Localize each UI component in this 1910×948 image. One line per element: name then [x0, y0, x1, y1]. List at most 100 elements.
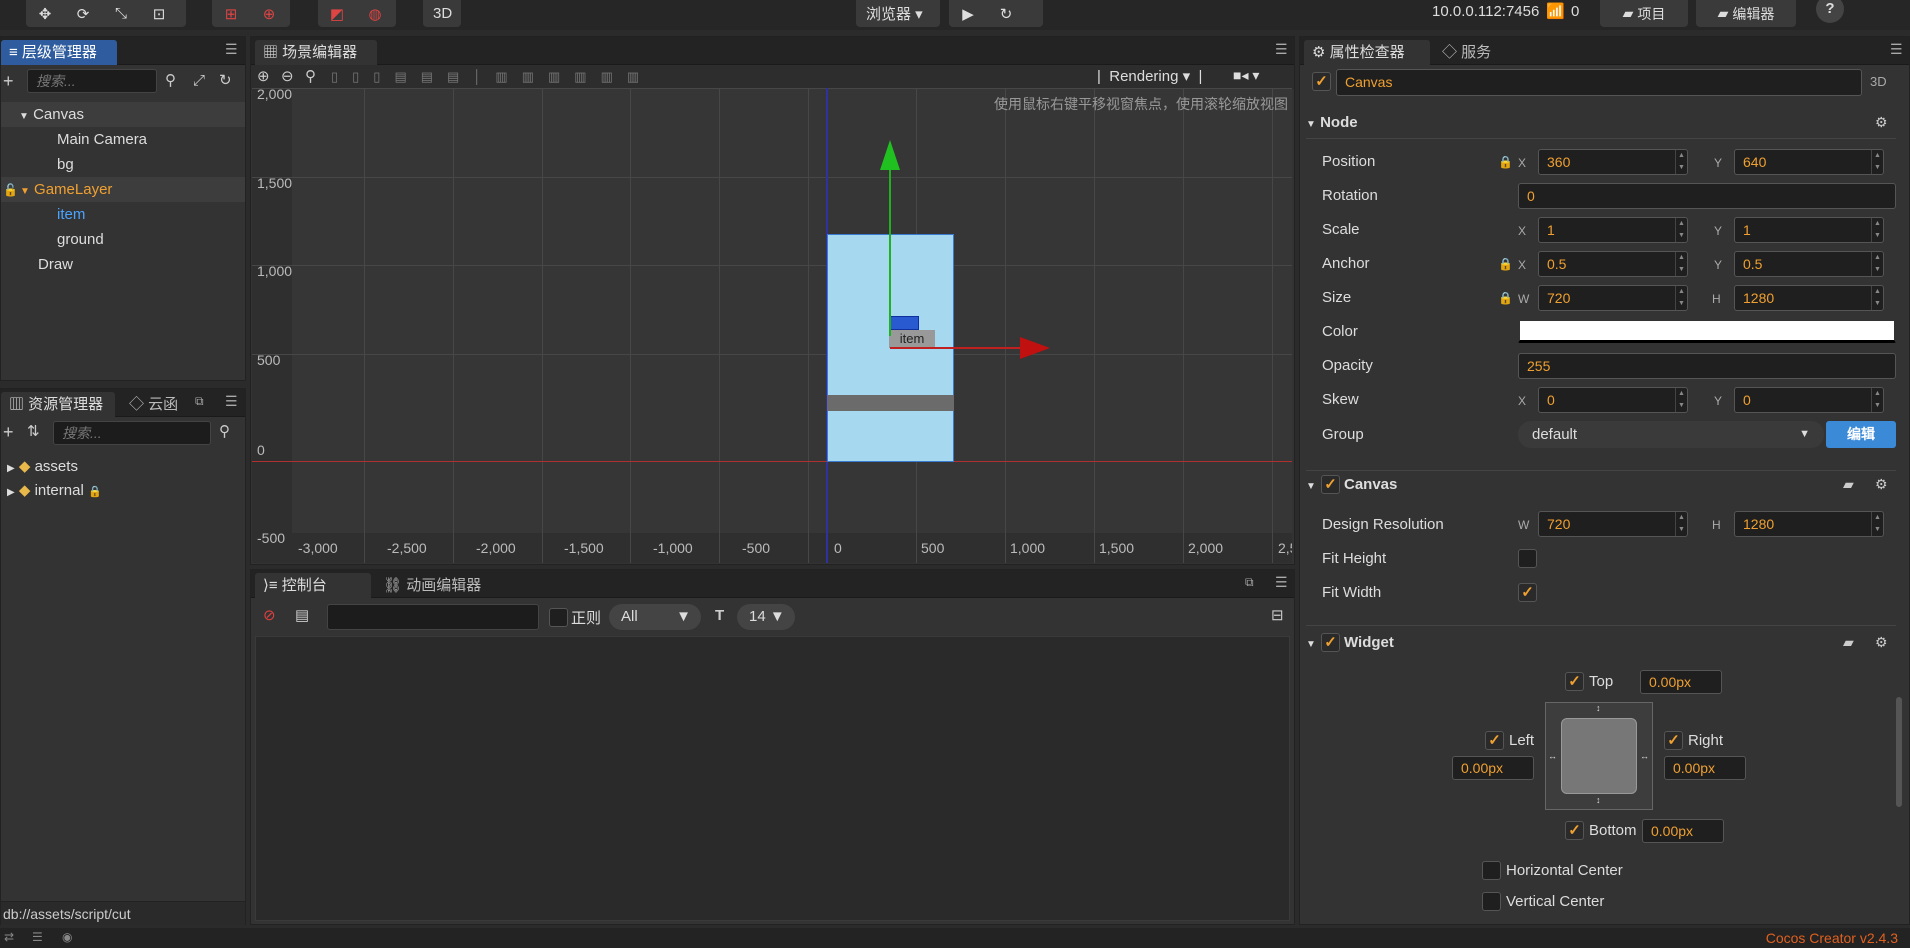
book-icon[interactable]: ▰ — [1843, 634, 1854, 651]
menu-icon[interactable]: ☰ — [225, 394, 239, 408]
stepper-icon[interactable]: ▲ ▼ — [1675, 252, 1687, 276]
zoom-reset-icon[interactable]: ⚲ — [305, 68, 316, 86]
rotate-tool-icon[interactable]: ⟳ — [64, 0, 102, 27]
sort-icon[interactable]: ⇅ — [27, 423, 40, 441]
scale-x-field[interactable]: 1 ▲ ▼ — [1538, 217, 1688, 243]
anchor-x-field[interactable]: 0.5 ▲ ▼ — [1538, 251, 1688, 277]
zoom-in-icon[interactable]: ⊕ — [257, 68, 270, 86]
rotation-field[interactable]: 0 — [1518, 183, 1896, 209]
node-name-input[interactable]: Canvas — [1336, 69, 1862, 96]
lock-icon[interactable]: 🔒 — [1498, 155, 1513, 169]
widget-right-checkbox[interactable]: ✓ — [1664, 731, 1683, 750]
stepper-icon[interactable]: ▲ ▼ — [1675, 218, 1687, 242]
search-icon[interactable]: ⚲ — [165, 72, 176, 90]
asset-item-internal[interactable]: ▶ ◆ internal 🔒 — [1, 478, 102, 503]
size-h-field[interactable]: 1280 ▲ ▼ — [1734, 285, 1884, 311]
size-w-field[interactable]: 720 ▲ ▼ — [1538, 285, 1688, 311]
font-size-select[interactable]: 14 ▼ — [737, 604, 795, 630]
menu-icon[interactable]: ☰ — [1890, 42, 1904, 56]
assets-search-input[interactable]: 搜索... — [53, 421, 211, 445]
refresh-icon[interactable]: ↻ — [219, 72, 232, 90]
node-3d-toggle[interactable]: 3D — [1870, 74, 1887, 89]
tree-item-draw[interactable]: Draw — [1, 252, 73, 277]
widget-alignment-box[interactable]: ↕ ↕ ↔ ↔ — [1545, 702, 1653, 810]
design-res-w-field[interactable]: 720 ▲ ▼ — [1538, 511, 1688, 537]
menu-icon[interactable]: ☰ — [1275, 42, 1289, 56]
tab-console[interactable]: ⟩≡ 控制台 — [255, 573, 371, 598]
zoom-out-icon[interactable]: ⊖ — [281, 68, 294, 86]
mode-3d-button[interactable]: 3D — [423, 0, 461, 27]
refresh-icon[interactable]: ↻ — [987, 0, 1025, 27]
tree-item-item[interactable]: item — [1, 202, 85, 227]
menu-icon[interactable]: ☰ — [1275, 575, 1289, 589]
console-filter-input[interactable] — [327, 604, 539, 630]
gear-icon[interactable]: ⚙ — [1875, 114, 1888, 131]
widget-bottom-field[interactable]: 0.00px — [1642, 819, 1724, 843]
stepper-icon[interactable]: ▲ ▼ — [1675, 286, 1687, 310]
node-active-checkbox[interactable]: ✓ — [1312, 72, 1331, 91]
collapse-log-icon[interactable]: ⊟ — [1271, 607, 1284, 625]
local-icon[interactable]: ⊕ — [250, 0, 288, 27]
item-node[interactable] — [889, 316, 919, 330]
menu-icon[interactable]: ☰ — [225, 42, 239, 56]
group-edit-button[interactable]: 编辑 — [1826, 421, 1896, 448]
opacity-field[interactable]: 255 — [1518, 353, 1896, 379]
fit-height-checkbox[interactable] — [1518, 549, 1537, 568]
skew-x-field[interactable]: 0 ▲ ▼ — [1538, 387, 1688, 413]
clear-icon[interactable]: ⊘ — [263, 607, 276, 625]
tab-services[interactable]: ◇ 服务 — [1434, 40, 1508, 65]
move-tool-icon[interactable]: ✥ — [26, 0, 64, 27]
widget-enabled-checkbox[interactable]: ✓ — [1321, 633, 1340, 652]
lock-icon[interactable]: 🔒 — [1498, 257, 1513, 271]
widget-left-checkbox[interactable]: ✓ — [1485, 731, 1504, 750]
stepper-icon[interactable]: ▲ ▼ — [1675, 512, 1687, 536]
asset-item-assets[interactable]: ▶ ◆ assets — [1, 454, 78, 479]
camera-icon[interactable]: ■◂ ▾ — [1233, 67, 1259, 84]
design-res-h-field[interactable]: 1280 ▲ ▼ — [1734, 511, 1884, 537]
eye-icon[interactable]: ◉ — [62, 930, 72, 944]
gear-icon[interactable]: ⚙ — [1875, 476, 1888, 493]
scrollbar[interactable] — [1896, 697, 1902, 807]
add-asset-icon[interactable]: + — [3, 423, 14, 441]
gizmo-x-arrow-icon[interactable] — [1020, 337, 1050, 359]
tab-inspector[interactable]: ⚙ 属性检查器 — [1304, 40, 1430, 65]
position-y-field[interactable]: 640 ▲ ▼ — [1734, 149, 1884, 175]
anchor-y-field[interactable]: 0.5 ▲ ▼ — [1734, 251, 1884, 277]
skew-y-field[interactable]: 0 ▲ ▼ — [1734, 387, 1884, 413]
snap-icon[interactable]: ◩ — [318, 0, 356, 27]
tree-item-canvas[interactable]: ▼ Canvas — [1, 102, 245, 127]
scene-viewport[interactable]: item 使用鼠标右键平移视窗焦点，使用滚轮缩放视图 2,000 1,500 1,0… — [252, 88, 1292, 563]
log-file-icon[interactable]: ▤ — [295, 607, 309, 625]
horizontal-center-checkbox[interactable] — [1482, 861, 1501, 880]
gizmo-y-arrow-icon[interactable] — [880, 140, 900, 170]
ground-node[interactable] — [827, 395, 954, 411]
tree-item-bg[interactable]: bg — [1, 152, 74, 177]
stepper-icon[interactable]: ▲ ▼ — [1675, 388, 1687, 412]
stepper-icon[interactable]: ▲ ▼ — [1675, 150, 1687, 174]
widget-top-field[interactable]: 0.00px — [1640, 670, 1722, 694]
collapse-icon[interactable]: ⤢ — [193, 72, 205, 90]
console-log-area[interactable] — [255, 636, 1290, 921]
scale-tool-icon[interactable]: ⤡ — [102, 0, 140, 27]
widget-left-field[interactable]: 0.00px — [1452, 756, 1534, 780]
widget-bottom-checkbox[interactable]: ✓ — [1565, 821, 1584, 840]
align-tools-icon[interactable]: ▯▯▯▤▤▤│▥▥▥▥▥▥ — [331, 68, 653, 86]
stepper-icon[interactable]: ▲ ▼ — [1871, 512, 1883, 536]
scale-y-field[interactable]: 1 ▲ ▼ — [1734, 217, 1884, 243]
project-button[interactable]: ▰ 项目 — [1600, 0, 1688, 27]
canvas-section-header[interactable]: ▼ — [1306, 473, 1316, 497]
book-icon[interactable]: ▰ — [1843, 476, 1854, 493]
tree-item-ground[interactable]: ground — [1, 227, 104, 252]
tab-assets[interactable]: ▥ 资源管理器 — [1, 392, 115, 417]
rendering-select[interactable]: | Rendering ▾ | — [1097, 67, 1202, 85]
pivot-icon[interactable]: ⊞ — [212, 0, 250, 27]
lock-icon[interactable]: 🔒 — [1498, 291, 1513, 305]
search-icon[interactable]: ⚲ — [219, 423, 230, 441]
widget-top-checkbox[interactable]: ✓ — [1565, 672, 1584, 691]
tree-item-main-camera[interactable]: Main Camera — [1, 127, 147, 152]
gear-icon[interactable]: ⚙ — [1875, 634, 1888, 651]
vertical-center-checkbox[interactable] — [1482, 892, 1501, 911]
widget-section-header[interactable]: ▼ — [1306, 631, 1316, 655]
popout-icon[interactable]: ⧉ — [1245, 576, 1259, 588]
stepper-icon[interactable]: ▲ ▼ — [1871, 218, 1883, 242]
